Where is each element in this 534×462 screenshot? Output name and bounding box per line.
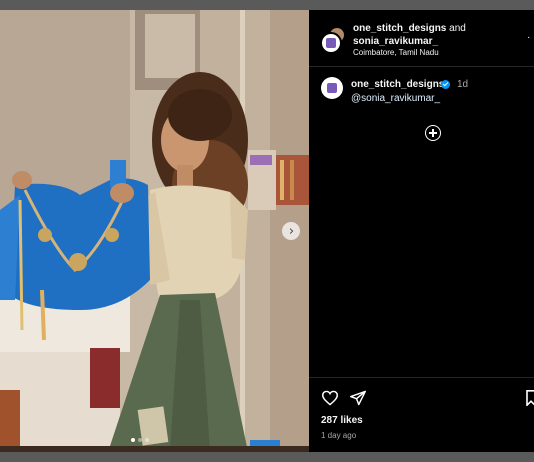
caption-username[interactable]: one_stitch_designs: [351, 79, 444, 90]
post-timestamp: 1 day ago: [321, 431, 357, 440]
post-header: one_stitch_designs and sonia_ravikumar_ …: [309, 10, 534, 67]
collab-avatars[interactable]: [320, 26, 346, 54]
username-link[interactable]: sonia_ravikumar_: [353, 36, 438, 47]
add-icon[interactable]: [425, 125, 441, 141]
action-bar: [321, 390, 534, 408]
carousel-dots: [131, 438, 149, 442]
post-photo[interactable]: ›: [0, 10, 309, 452]
heart-icon[interactable]: [321, 390, 339, 406]
more-options-icon[interactable]: ·: [527, 32, 530, 43]
post-modal: › one_stitch_designs and sonia_ravikumar…: [0, 10, 534, 452]
carousel-dot: [145, 438, 149, 442]
bookmark-icon[interactable]: [526, 390, 534, 406]
likes-count[interactable]: 287 likes: [321, 415, 363, 426]
avatar: [320, 32, 342, 54]
post-footer: 287 likes 1 day ago: [309, 377, 534, 453]
backdrop-top: [0, 0, 534, 10]
carousel-dot: [138, 438, 142, 442]
carousel-dot: [131, 438, 135, 442]
carousel-next-button[interactable]: ›: [282, 222, 300, 240]
caption-mention[interactable]: @sonia_ravikumar_: [351, 93, 440, 104]
post-side-panel: one_stitch_designs and sonia_ravikumar_ …: [309, 10, 534, 452]
chevron-right-icon: ›: [288, 223, 295, 239]
collab-usernames: one_stitch_designs and sonia_ravikumar_: [353, 22, 466, 48]
backdrop-bottom: [0, 452, 534, 462]
username-link[interactable]: one_stitch_designs: [353, 23, 446, 34]
share-icon[interactable]: [349, 390, 367, 406]
avatar[interactable]: [321, 77, 343, 99]
photo-illustration: [0, 10, 309, 452]
caption-time[interactable]: 1d: [457, 79, 468, 90]
and-text: and: [449, 23, 466, 34]
verified-icon: [441, 80, 450, 89]
location-link[interactable]: Coimbatore, Tamil Nadu: [353, 48, 439, 57]
